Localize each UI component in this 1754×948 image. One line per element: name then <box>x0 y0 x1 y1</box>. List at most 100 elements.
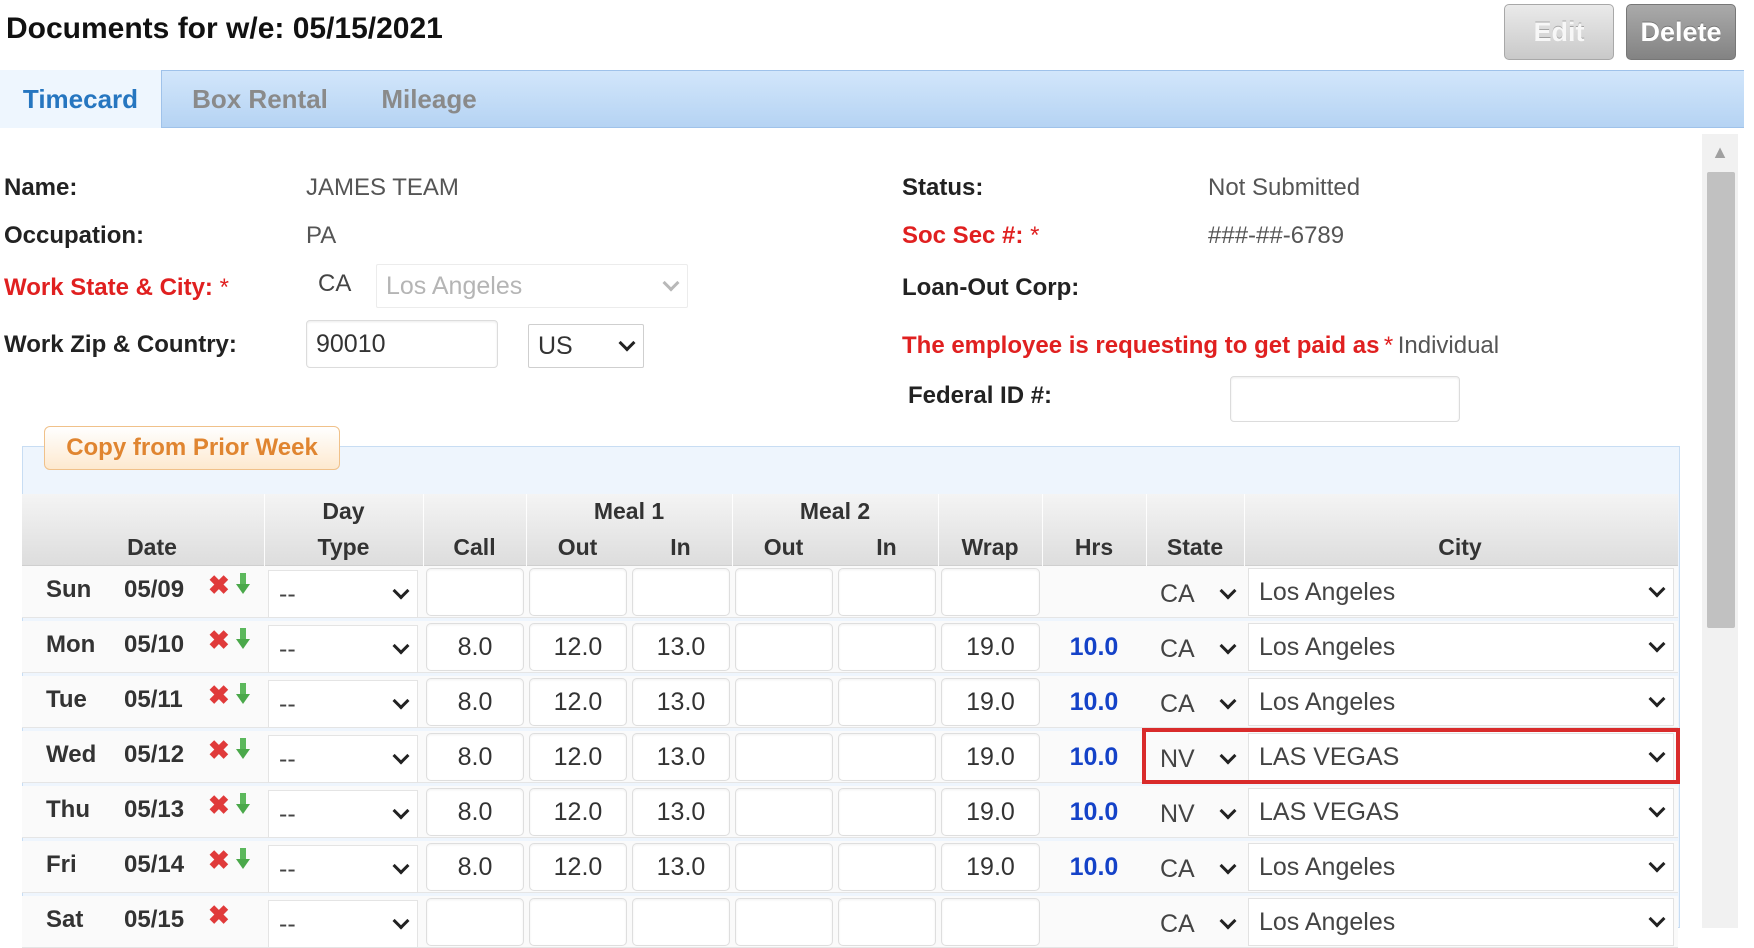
federal-id-input[interactable] <box>1230 376 1460 422</box>
work-country-value: US <box>538 331 573 360</box>
meal1-out-input[interactable] <box>529 568 627 616</box>
meal2-in-input[interactable] <box>838 898 936 946</box>
chevron-down-icon <box>1648 580 1666 598</box>
work-city-select[interactable]: Los Angeles <box>376 264 688 308</box>
ssn-value: ###-##-6789 <box>1208 222 1345 249</box>
edit-button[interactable]: Edit <box>1504 4 1614 60</box>
meal2-out-input[interactable] <box>735 843 833 891</box>
call-input[interactable] <box>426 568 524 616</box>
day-type-select[interactable]: -- <box>268 845 418 893</box>
state-select[interactable]: CA <box>1148 625 1244 673</box>
meal2-in-input[interactable] <box>838 843 936 891</box>
delete-row-icon[interactable]: ✖ <box>208 570 230 601</box>
city-select[interactable]: Los Angeles <box>1248 623 1674 671</box>
row-date: 05/09 <box>124 576 185 603</box>
day-type-select[interactable]: -- <box>268 900 418 948</box>
header-city: City <box>1438 534 1482 560</box>
delete-row-icon[interactable]: ✖ <box>208 900 230 931</box>
table-row: Sun 05/09 ✖ -- CA Los Angeles <box>22 566 1678 618</box>
call-input[interactable]: 8.0 <box>426 788 524 836</box>
wrap-input[interactable]: 19.0 <box>941 623 1040 671</box>
state-select[interactable]: CA <box>1148 845 1244 893</box>
work-zip-input[interactable]: 90010 <box>306 320 498 368</box>
chevron-down-icon <box>1219 637 1237 655</box>
meal2-out-input[interactable] <box>735 898 833 946</box>
scrollbar-thumb[interactable] <box>1707 172 1735 628</box>
delete-row-icon[interactable]: ✖ <box>208 625 230 656</box>
meal1-in-input[interactable]: 13.0 <box>632 733 730 781</box>
wrap-input[interactable]: 19.0 <box>941 733 1040 781</box>
meal1-in-input[interactable]: 13.0 <box>632 678 730 726</box>
wrap-input[interactable] <box>941 568 1040 616</box>
table-row: Fri 05/14 ✖ -- 8.0 12.0 13.0 19.0 10.0 CA <box>22 841 1678 893</box>
tab-timecard[interactable]: Timecard <box>0 70 162 128</box>
copy-down-arrow-icon[interactable] <box>236 683 250 707</box>
work-zip-country-label: Work Zip & Country: <box>4 331 237 358</box>
meal1-in-input[interactable]: 13.0 <box>632 843 730 891</box>
delete-button[interactable]: Delete <box>1626 4 1736 60</box>
copy-down-arrow-icon[interactable] <box>236 573 250 597</box>
call-input[interactable] <box>426 898 524 946</box>
meal1-in-input[interactable]: 13.0 <box>632 623 730 671</box>
state-select[interactable]: CA <box>1148 900 1244 948</box>
meal2-out-input[interactable] <box>735 788 833 836</box>
wrap-input[interactable] <box>941 898 1040 946</box>
meal1-in-input[interactable] <box>632 898 730 946</box>
meal1-out-input[interactable]: 12.0 <box>529 733 627 781</box>
day-type-select[interactable]: -- <box>268 735 418 783</box>
delete-row-icon[interactable]: ✖ <box>208 790 230 821</box>
copy-down-arrow-icon[interactable] <box>236 848 250 872</box>
delete-row-icon[interactable]: ✖ <box>208 680 230 711</box>
row-day: Tue <box>46 686 87 713</box>
copy-down-arrow-icon[interactable] <box>236 738 250 762</box>
day-type-select[interactable]: -- <box>268 625 418 673</box>
meal2-out-input[interactable] <box>735 678 833 726</box>
copy-down-arrow-icon[interactable] <box>236 628 250 652</box>
city-select[interactable]: Los Angeles <box>1248 568 1674 616</box>
meal1-out-input[interactable]: 12.0 <box>529 623 627 671</box>
meal2-in-input[interactable] <box>838 623 936 671</box>
meal1-in-input[interactable] <box>632 568 730 616</box>
city-value: Los Angeles <box>1259 907 1396 936</box>
tab-box-rental[interactable]: Box Rental <box>172 70 348 128</box>
meal1-out-input[interactable] <box>529 898 627 946</box>
city-select[interactable]: LAS VEGAS <box>1248 788 1674 836</box>
state-select[interactable]: CA <box>1148 680 1244 728</box>
meal2-in-input[interactable] <box>838 568 936 616</box>
meal1-in-input[interactable]: 13.0 <box>632 788 730 836</box>
scroll-up-icon[interactable]: ▲ <box>1702 134 1738 170</box>
tab-mileage[interactable]: Mileage <box>356 70 502 128</box>
state-select[interactable]: NV <box>1148 790 1244 838</box>
day-type-select[interactable]: -- <box>268 790 418 838</box>
call-input[interactable]: 8.0 <box>426 733 524 781</box>
call-input[interactable]: 8.0 <box>426 623 524 671</box>
wrap-input[interactable]: 19.0 <box>941 843 1040 891</box>
meal1-out-input[interactable]: 12.0 <box>529 788 627 836</box>
chevron-down-icon <box>392 637 410 655</box>
day-type-select[interactable]: -- <box>268 570 418 618</box>
call-input[interactable]: 8.0 <box>426 843 524 891</box>
delete-row-icon[interactable]: ✖ <box>208 735 230 766</box>
wrap-input[interactable]: 19.0 <box>941 788 1040 836</box>
city-value: Los Angeles <box>1259 852 1396 881</box>
city-select[interactable]: Los Angeles <box>1248 678 1674 726</box>
meal2-in-input[interactable] <box>838 733 936 781</box>
delete-row-icon[interactable]: ✖ <box>208 845 230 876</box>
meal2-in-input[interactable] <box>838 678 936 726</box>
meal2-in-input[interactable] <box>838 788 936 836</box>
meal2-out-input[interactable] <box>735 568 833 616</box>
work-country-select[interactable]: US <box>528 324 644 368</box>
state-select[interactable]: CA <box>1148 570 1244 618</box>
city-select[interactable]: Los Angeles <box>1248 898 1674 946</box>
paid-as-label: The employee is requesting to get paid a… <box>902 332 1380 359</box>
call-input[interactable]: 8.0 <box>426 678 524 726</box>
meal2-out-input[interactable] <box>735 733 833 781</box>
day-type-select[interactable]: -- <box>268 680 418 728</box>
copy-from-prior-week-button[interactable]: Copy from Prior Week <box>44 426 340 470</box>
city-select[interactable]: Los Angeles <box>1248 843 1674 891</box>
meal1-out-input[interactable]: 12.0 <box>529 843 627 891</box>
wrap-input[interactable]: 19.0 <box>941 678 1040 726</box>
meal1-out-input[interactable]: 12.0 <box>529 678 627 726</box>
copy-down-arrow-icon[interactable] <box>236 793 250 817</box>
meal2-out-input[interactable] <box>735 623 833 671</box>
